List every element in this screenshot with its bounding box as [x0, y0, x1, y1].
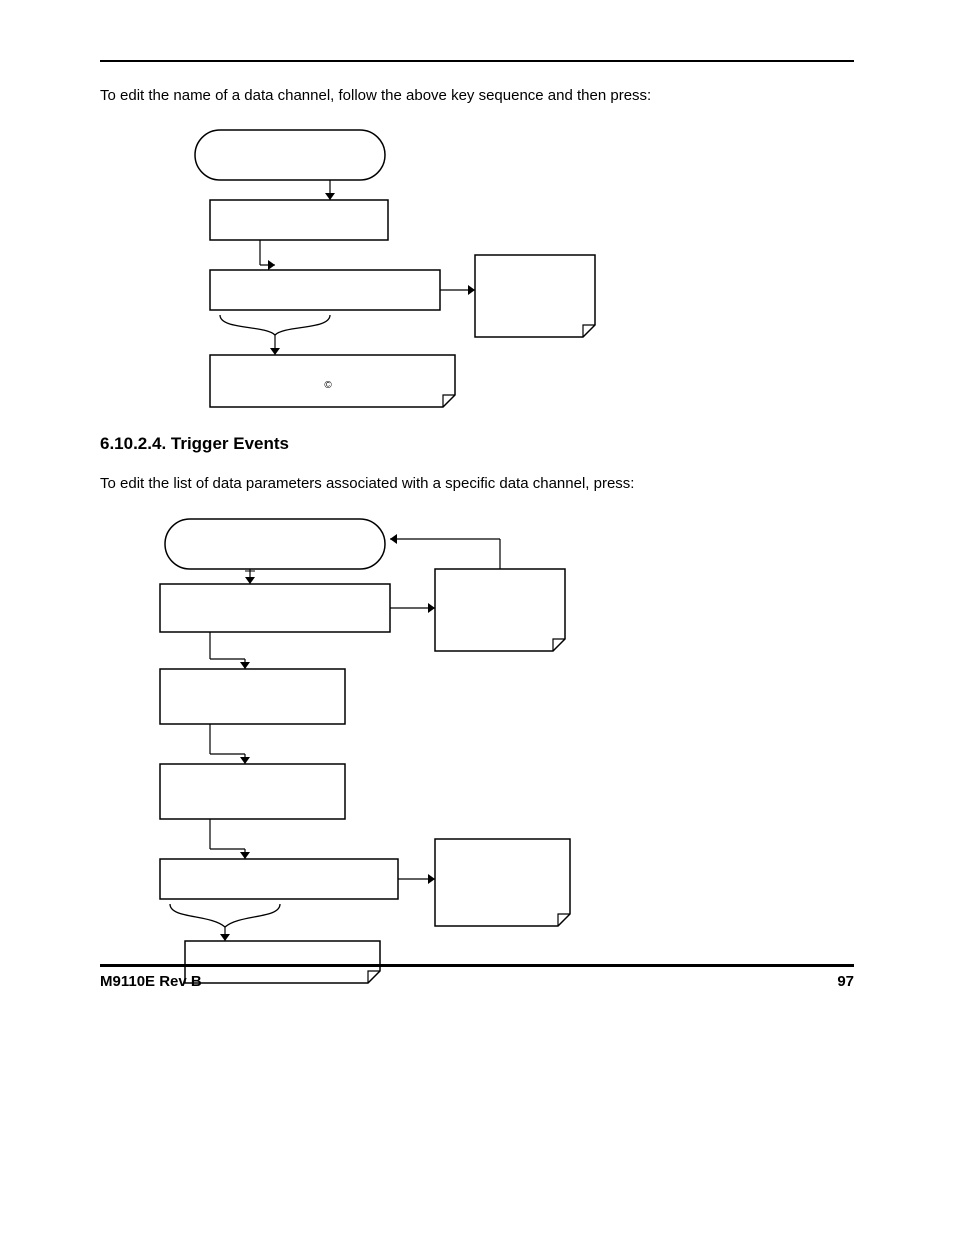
document-page: To edit the name of a data channel, foll…: [0, 0, 954, 1235]
flowchart-1: ©: [100, 120, 854, 420]
section-heading: 6.10.2.4. Trigger Events: [100, 434, 854, 454]
footer-doc-id: M9110E Rev B: [100, 973, 202, 990]
intro-paragraph-2: To edit the list of data parameters asso…: [100, 474, 854, 494]
flowchart-2: [100, 509, 854, 989]
top-rule: [100, 60, 854, 62]
copyright-mark: ©: [324, 380, 332, 391]
page-footer: M9110E Rev B 97: [100, 964, 854, 990]
footer-page-number: 97: [837, 973, 854, 990]
footer-rule: [100, 964, 854, 967]
intro-paragraph-1: To edit the name of a data channel, foll…: [100, 86, 854, 106]
